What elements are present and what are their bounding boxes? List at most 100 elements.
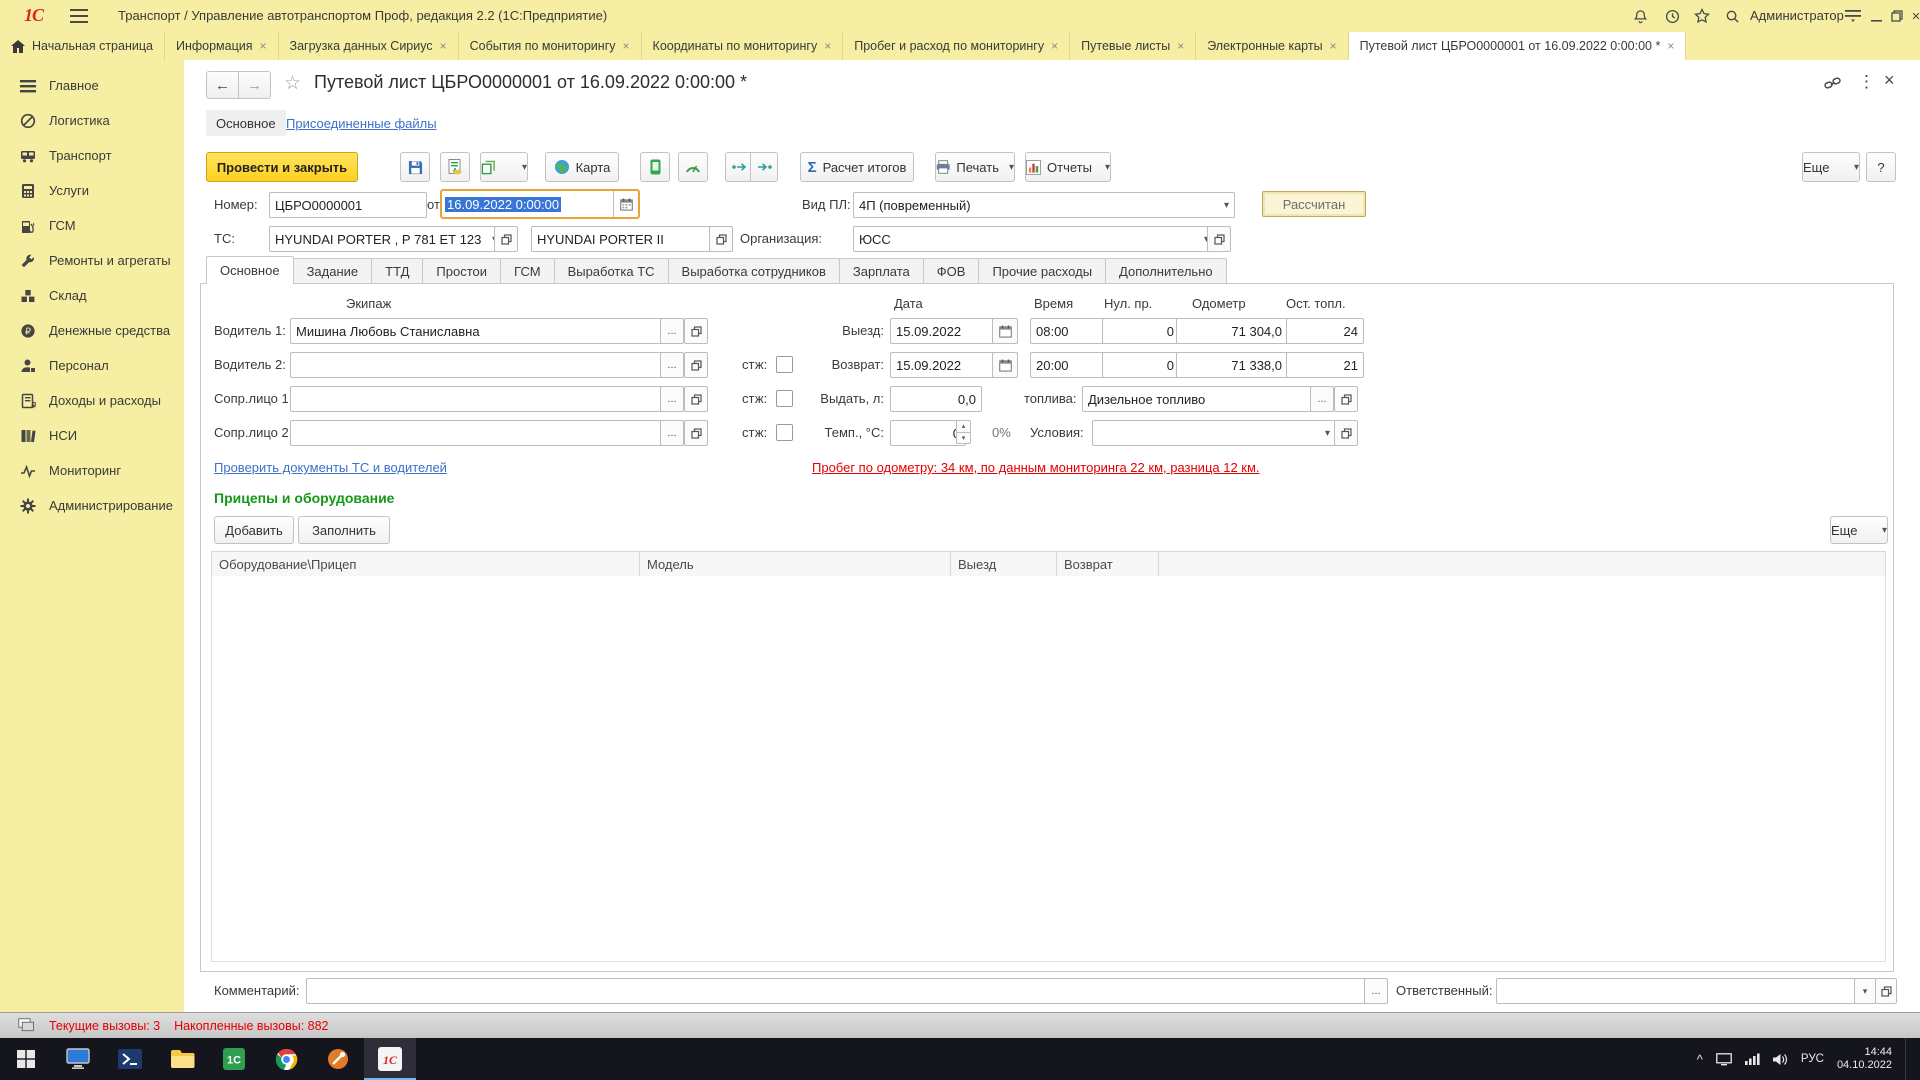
restore-button[interactable] — [1887, 7, 1907, 25]
tab-home[interactable]: Начальная страница — [0, 32, 165, 60]
tab-zagruzka-sirius[interactable]: Загрузка данных Сириус× — [279, 32, 459, 60]
taskbar-icon-chrome[interactable] — [260, 1038, 312, 1080]
form-tab-ttd[interactable]: ТТД — [371, 258, 423, 284]
start-button[interactable] — [0, 1038, 52, 1080]
reports-button[interactable]: Отчеты ▾ — [1025, 152, 1111, 182]
trailers-table-body[interactable] — [211, 576, 1886, 962]
escort2-input[interactable] — [290, 420, 670, 446]
escort2-select-button[interactable]: ... — [660, 420, 684, 446]
responsible-select-button[interactable]: ▾ — [1854, 978, 1876, 1004]
form-tab-osnovnoe[interactable]: Основное — [206, 256, 294, 284]
th-return[interactable]: Возврат — [1057, 552, 1159, 576]
return-odometer-input[interactable]: 71 338,0 — [1176, 352, 1288, 378]
sidebar-item-gsm[interactable]: ГСМ — [0, 208, 184, 243]
subnav-main[interactable]: Основное — [206, 110, 286, 136]
th-equipment[interactable]: Оборудование\Прицеп — [212, 552, 640, 576]
current-user[interactable]: Администратор — [1750, 8, 1844, 23]
driver1-open-button[interactable] — [684, 318, 708, 344]
tab-probeg-rashod[interactable]: Пробег и расход по мониторингу× — [843, 32, 1070, 60]
user-menu-icon[interactable] — [1843, 7, 1863, 25]
sidebar-item-sklad[interactable]: Склад — [0, 278, 184, 313]
show-desktop-button[interactable] — [1905, 1038, 1912, 1080]
driver1-select-button[interactable]: ... — [660, 318, 684, 344]
fuel-type-input[interactable]: Дизельное топливо — [1082, 386, 1320, 412]
search-icon[interactable] — [1722, 7, 1742, 25]
fuel-issue-input[interactable]: 0,0 — [890, 386, 982, 412]
model-open-button[interactable] — [709, 226, 733, 252]
tray-pc-icon[interactable] — [1716, 1053, 1732, 1066]
print-button[interactable]: Печать ▾ — [935, 152, 1015, 182]
departure-fuel-input[interactable]: 24 — [1286, 318, 1364, 344]
return-date-input[interactable]: 15.09.2022 — [890, 352, 1002, 378]
post-and-close-button[interactable]: Провести и закрыть — [206, 152, 358, 182]
back-button[interactable]: ← — [206, 71, 239, 99]
more-menu-icon[interactable]: ⋮ — [1858, 72, 1875, 92]
taskbar-icon-1c-active[interactable]: 1С — [364, 1038, 416, 1080]
more-actions-button[interactable]: Еще▾ — [1802, 152, 1860, 182]
notifications-bell-icon[interactable] — [1630, 7, 1650, 25]
form-tab-gsm[interactable]: ГСМ — [500, 258, 555, 284]
softphone-icon[interactable] — [18, 1018, 35, 1033]
sidebar-item-administrirovanie[interactable]: Администрирование — [0, 488, 184, 523]
subnav-attachments-link[interactable]: Присоединенные файлы — [286, 116, 437, 131]
tray-volume-icon[interactable] — [1773, 1053, 1788, 1066]
form-tab-vyrabotka-ts[interactable]: Выработка ТС — [554, 258, 669, 284]
tab-sobytiya-monitoring[interactable]: События по мониторингу× — [459, 32, 642, 60]
tray-chevron-icon[interactable]: ^ — [1697, 1052, 1703, 1067]
favorites-star-icon[interactable] — [1692, 7, 1712, 25]
map-button[interactable]: Карта — [545, 152, 619, 182]
conditions-open-button[interactable] — [1334, 420, 1358, 446]
th-departure[interactable]: Выезд — [951, 552, 1057, 576]
spin-up-icon[interactable]: ▴ — [956, 420, 971, 433]
form-tab-vyrabotka-sotrudnikov[interactable]: Выработка сотрудников — [668, 258, 840, 284]
totals-button[interactable]: Σ Расчет итогов — [800, 152, 914, 182]
tab-putevoy-list-active[interactable]: Путевой лист ЦБРО0000001 от 16.09.2022 0… — [1349, 32, 1687, 60]
sidebar-item-dengi[interactable]: ₽ Денежные средства — [0, 313, 184, 348]
sidebar-item-glavnoe[interactable]: Главное — [0, 68, 184, 103]
form-tab-prochie-rashody[interactable]: Прочие расходы — [978, 258, 1106, 284]
mileage-warning-link[interactable]: Пробег по одометру: 34 км, по данным мон… — [812, 460, 1260, 475]
comment-expand-button[interactable]: ... — [1364, 978, 1388, 1004]
org-combobox[interactable]: ЮСС ▾ — [853, 226, 1215, 252]
departure-odometer-input[interactable]: 71 304,0 — [1176, 318, 1288, 344]
spin-down-icon[interactable]: ▾ — [956, 433, 971, 445]
chevron-down-icon[interactable]: ▾ — [1220, 200, 1229, 211]
fill-button[interactable]: Заполнить — [298, 516, 390, 544]
taskbar-clock[interactable]: 14:44 04.10.2022 — [1837, 1046, 1892, 1072]
conditions-combobox[interactable]: ▾ — [1092, 420, 1336, 446]
form-tab-zadanie[interactable]: Задание — [293, 258, 373, 284]
copy-button[interactable]: ▾ — [480, 152, 528, 182]
taskbar-icon-pc[interactable] — [52, 1038, 104, 1080]
tab-close-icon[interactable]: × — [440, 39, 447, 53]
kind-combobox[interactable]: 4П (повременный) ▾ — [853, 192, 1235, 218]
close-form-button[interactable]: × — [1884, 70, 1895, 91]
return-arrow-button[interactable] — [750, 152, 778, 182]
forward-button[interactable]: → — [238, 71, 271, 99]
close-app-button[interactable]: × — [1906, 7, 1920, 25]
departure-zero-input[interactable]: 0 — [1102, 318, 1180, 344]
taskbar-icon-explorer[interactable] — [156, 1038, 208, 1080]
minimize-button[interactable] — [1866, 7, 1886, 25]
tray-network-icon[interactable] — [1745, 1053, 1760, 1065]
driver2-select-button[interactable]: ... — [660, 352, 684, 378]
tab-informaciya[interactable]: Информация× — [165, 32, 279, 60]
form-tab-fov[interactable]: ФОВ — [923, 258, 980, 284]
tab-close-icon[interactable]: × — [824, 39, 831, 53]
taskbar-icon-powershell[interactable] — [104, 1038, 156, 1080]
calendar-button[interactable] — [613, 191, 638, 217]
sidebar-item-uslugi[interactable]: Услуги — [0, 173, 184, 208]
sidebar-item-personal[interactable]: Персонал — [0, 348, 184, 383]
date-input[interactable]: 16.09.2022 0:00:00 — [442, 191, 613, 217]
sidebar-item-monitoring[interactable]: Мониторинг — [0, 453, 184, 488]
sidebar-item-remonty[interactable]: Ремонты и агрегаты — [0, 243, 184, 278]
driver1-input[interactable]: Мишина Любовь Станиславна — [290, 318, 670, 344]
fuel-type-select-button[interactable]: ... — [1310, 386, 1334, 412]
return-fuel-input[interactable]: 21 — [1286, 352, 1364, 378]
trailers-more-button[interactable]: Еще▾ — [1830, 516, 1888, 544]
tab-elektronnye-karty[interactable]: Электронные карты× — [1196, 32, 1348, 60]
return-zero-input[interactable]: 0 — [1102, 352, 1180, 378]
sidebar-item-nsi[interactable]: НСИ — [0, 418, 184, 453]
fuel-type-open-button[interactable] — [1334, 386, 1358, 412]
departure-time-input[interactable]: 08:00 — [1030, 318, 1106, 344]
taskbar-icon-green-1c[interactable]: 1С — [208, 1038, 260, 1080]
